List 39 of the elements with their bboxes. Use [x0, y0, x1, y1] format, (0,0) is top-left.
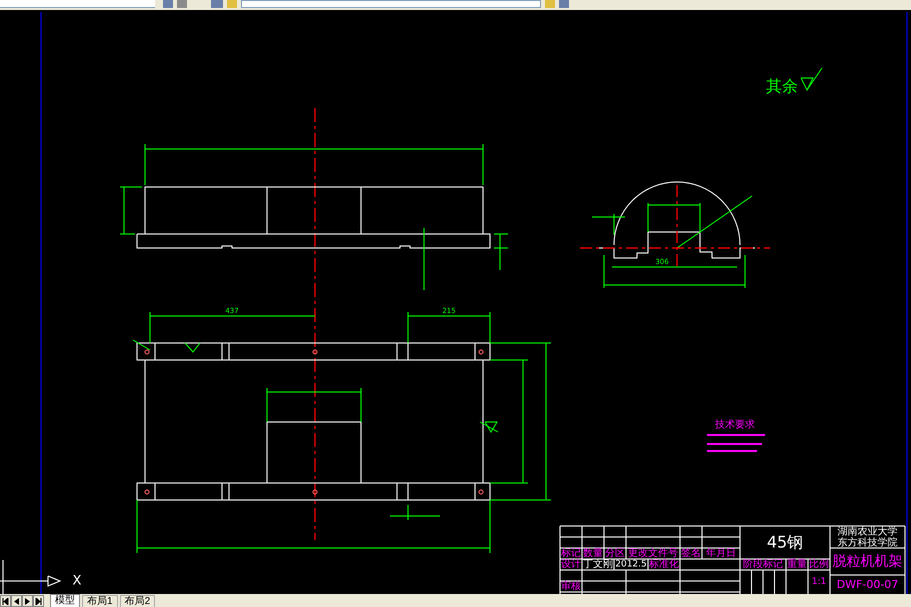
table-cell: 比例: [809, 559, 829, 570]
table-cell: 标准化: [649, 559, 679, 570]
scale-value: 1:1: [812, 577, 826, 587]
table-cell: 签名: [681, 548, 701, 559]
layout-tab[interactable]: 布局1: [82, 595, 118, 607]
table-cell: 设计: [561, 559, 581, 570]
ucs-axis-icon: [0, 560, 62, 594]
layout-tab[interactable]: 布局2: [120, 595, 156, 607]
table-cell: 更改文件号: [628, 548, 678, 559]
table-cell: 年月日: [706, 548, 736, 559]
table-cell: 审核: [561, 581, 581, 592]
layout-tab[interactable]: 模型: [50, 594, 80, 607]
school-name: 东方科技学院: [838, 538, 898, 548]
first-tab-button[interactable]: [0, 595, 11, 607]
roughness-symbol-icon: [800, 68, 822, 92]
table-cell: 分区: [605, 548, 625, 559]
last-arrow-icon: [35, 598, 42, 604]
command-field[interactable]: [0, 0, 155, 8]
table-cell: 标记: [561, 548, 581, 559]
previous-tab-button[interactable]: [11, 595, 22, 607]
requirement-lines-drawing: [707, 434, 765, 452]
school-name: 湖南农业大学: [838, 526, 898, 538]
axis-label: X: [72, 574, 82, 588]
right-arrow-icon: [24, 598, 31, 604]
table-cell: 阶段标记: [743, 559, 783, 570]
requirements-title: 技术要求: [715, 420, 755, 430]
table-cell: 2012.5: [615, 560, 647, 570]
material-label: 45钢: [766, 532, 804, 552]
layer-dropdown[interactable]: [241, 0, 541, 8]
drawing-number: DWF-00-07: [836, 578, 898, 591]
table-cell: 重量: [787, 559, 807, 570]
table-cell: 丁文刚: [583, 559, 613, 570]
first-arrow-icon: [2, 598, 9, 604]
next-tab-button[interactable]: [22, 595, 33, 607]
part-name: 脱粒机机架: [832, 554, 902, 570]
left-arrow-icon: [13, 598, 20, 604]
roughness-note: 其余: [766, 76, 798, 96]
table-cell: 数量: [583, 548, 603, 559]
last-tab-button[interactable]: [33, 595, 44, 607]
